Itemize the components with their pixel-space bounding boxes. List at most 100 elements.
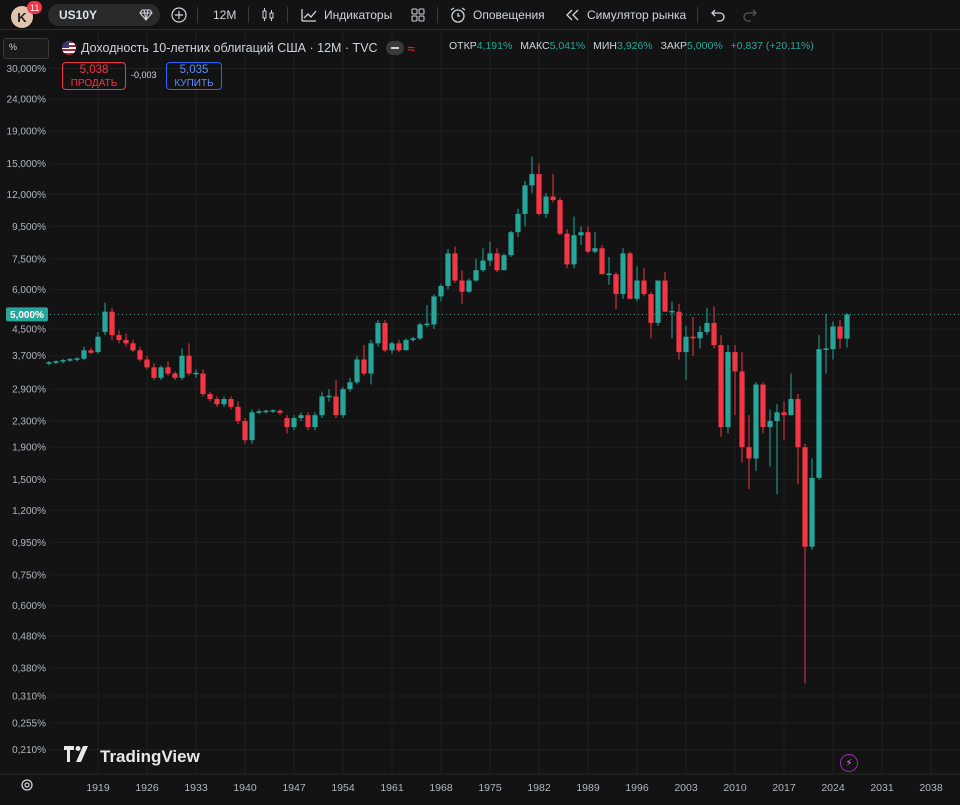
candle-body[interactable] xyxy=(550,196,556,201)
candle-body[interactable] xyxy=(557,200,563,234)
candle-body[interactable] xyxy=(67,359,73,361)
candle-body[interactable] xyxy=(277,410,283,413)
candle-body[interactable] xyxy=(158,367,164,378)
candle-body[interactable] xyxy=(844,314,850,339)
candle-body[interactable] xyxy=(564,233,570,265)
candle-body[interactable] xyxy=(718,345,724,428)
candle-body[interactable] xyxy=(515,213,521,233)
candle-body[interactable] xyxy=(459,280,465,292)
candle-body[interactable] xyxy=(109,311,115,336)
candle-body[interactable] xyxy=(235,406,241,421)
candle-body[interactable] xyxy=(501,255,507,271)
candle-body[interactable] xyxy=(417,324,423,339)
candle-body[interactable] xyxy=(375,322,381,344)
candle-body[interactable] xyxy=(816,349,822,478)
candle-body[interactable] xyxy=(340,389,346,416)
replay-button[interactable]: Симулятор рынка xyxy=(563,0,686,30)
candle-body[interactable] xyxy=(410,338,416,340)
candle-body[interactable] xyxy=(312,415,318,428)
candle-body[interactable] xyxy=(599,248,605,275)
candle-body[interactable] xyxy=(802,447,808,547)
candle-body[interactable] xyxy=(319,396,325,416)
candle-body[interactable] xyxy=(830,326,836,350)
layouts-button[interactable] xyxy=(409,0,433,30)
candle-body[interactable] xyxy=(389,343,395,351)
candle-body[interactable] xyxy=(760,384,766,428)
price-chart[interactable]: 30,000% 24,000% 19,000% 15,000% 12,000% 9,500… xyxy=(0,31,960,805)
hide-series-toggle[interactable] xyxy=(385,41,404,55)
candle-body[interactable] xyxy=(46,362,52,364)
candle-body[interactable] xyxy=(200,373,206,394)
candle-body[interactable] xyxy=(81,350,87,359)
wave-icon[interactable]: ≈ xyxy=(408,41,415,56)
candle-body[interactable] xyxy=(431,296,437,325)
candle-body[interactable] xyxy=(606,273,612,275)
candle-body[interactable] xyxy=(746,447,752,459)
diamond-icon[interactable] xyxy=(138,7,154,23)
candle-body[interactable] xyxy=(368,343,374,374)
candle-body[interactable] xyxy=(669,310,675,313)
chart-type-button[interactable] xyxy=(259,0,283,30)
candle-body[interactable] xyxy=(774,412,780,421)
candle-body[interactable] xyxy=(809,477,815,547)
candle-body[interactable] xyxy=(424,323,430,326)
candle-body[interactable] xyxy=(837,326,843,339)
candle-body[interactable] xyxy=(305,415,311,428)
candle-body[interactable] xyxy=(690,336,696,339)
candle-body[interactable] xyxy=(466,280,472,292)
candle-body[interactable] xyxy=(60,360,66,362)
candle-body[interactable] xyxy=(179,355,185,378)
lightning-icon[interactable]: ⚡ xyxy=(840,754,858,772)
candle-body[interactable] xyxy=(536,174,542,214)
candle-body[interactable] xyxy=(781,412,787,416)
gear-icon[interactable] xyxy=(20,778,34,792)
candle-body[interactable] xyxy=(438,286,444,297)
candle-body[interactable] xyxy=(578,232,584,236)
candle-body[interactable] xyxy=(795,398,801,448)
candle-body[interactable] xyxy=(508,232,514,256)
indicators-button[interactable]: Индикаторы xyxy=(300,0,392,30)
candle-body[interactable] xyxy=(585,232,591,252)
candle-body[interactable] xyxy=(634,280,640,299)
candle-body[interactable] xyxy=(361,359,367,374)
symbol-search-button[interactable]: US10Y xyxy=(48,4,160,26)
candle-body[interactable] xyxy=(487,253,493,261)
candle-body[interactable] xyxy=(711,322,717,346)
candle-body[interactable] xyxy=(354,359,360,383)
candle-body[interactable] xyxy=(221,398,227,405)
candle-body[interactable] xyxy=(480,260,486,271)
candle-body[interactable] xyxy=(452,253,458,281)
candle-body[interactable] xyxy=(123,339,129,344)
candle-body[interactable] xyxy=(648,294,654,323)
candle-body[interactable] xyxy=(228,398,234,407)
scale-mode-button[interactable]: % xyxy=(3,38,49,59)
candle-body[interactable] xyxy=(298,415,304,419)
candle-body[interactable] xyxy=(165,367,171,374)
candle-body[interactable] xyxy=(95,336,101,353)
candle-body[interactable] xyxy=(725,352,731,428)
candle-body[interactable] xyxy=(263,410,269,413)
candle-body[interactable] xyxy=(193,372,199,375)
candle-body[interactable] xyxy=(270,410,276,412)
candle-body[interactable] xyxy=(494,253,500,271)
candle-body[interactable] xyxy=(753,384,759,459)
candle-body[interactable] xyxy=(697,331,703,339)
candle-body[interactable] xyxy=(592,248,598,252)
candle-body[interactable] xyxy=(347,382,353,390)
candle-body[interactable] xyxy=(522,185,528,214)
buy-button[interactable]: 5,035 КУПИТЬ xyxy=(166,62,222,90)
candle-body[interactable] xyxy=(641,280,647,295)
candle-body[interactable] xyxy=(256,411,262,413)
candle-body[interactable] xyxy=(291,418,297,428)
candle-body[interactable] xyxy=(214,398,220,405)
candle-body[interactable] xyxy=(473,270,479,281)
candle-body[interactable] xyxy=(137,350,143,360)
candle-body[interactable] xyxy=(242,420,248,441)
candle-body[interactable] xyxy=(732,352,738,372)
candle-body[interactable] xyxy=(613,274,619,295)
redo-button[interactable] xyxy=(741,0,765,30)
candle-body[interactable] xyxy=(151,367,157,378)
candle-body[interactable] xyxy=(571,235,577,265)
tradingview-watermark[interactable]: TradingView xyxy=(64,746,200,767)
candle-body[interactable] xyxy=(396,343,402,351)
